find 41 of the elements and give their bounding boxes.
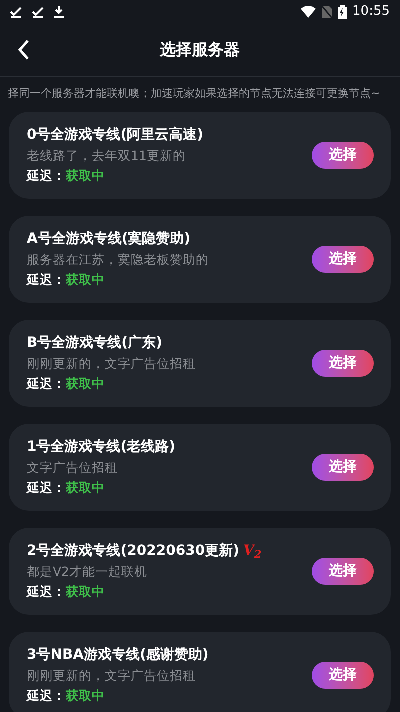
latency-label: 延迟： (27, 479, 66, 497)
select-button[interactable]: 选择 (312, 662, 374, 689)
back-icon[interactable] (18, 40, 30, 60)
battery-icon (338, 5, 347, 19)
select-button[interactable]: 选择 (312, 350, 374, 377)
version-label: V$_{2}$ (243, 542, 262, 562)
server-name: 2号全游戏专线(20220630更新) (27, 542, 240, 562)
latency-label: 延迟： (27, 375, 66, 393)
server-name: 1号全游戏专线(老线路) (27, 438, 176, 458)
server-name: 0号全游戏专线(阿里云高速) (27, 126, 204, 146)
page-title: 选择服务器 (160, 39, 240, 61)
download-done-icon (10, 6, 22, 18)
latency-value: 获取中 (66, 271, 105, 289)
latency-label: 延迟： (27, 167, 66, 185)
server-name: 3号NBA游戏专线(感谢赞助) (27, 646, 209, 666)
select-button[interactable]: 选择 (312, 246, 374, 273)
server-description: 服务器在江苏，寞隐老板赞助的 (27, 251, 209, 270)
select-button[interactable]: 选择 (312, 454, 374, 481)
latency-value: 获取中 (66, 479, 105, 497)
download-done-icon (32, 6, 44, 18)
download-icon (54, 6, 64, 18)
latency-label: 延迟： (27, 687, 66, 705)
select-button[interactable]: 选择 (312, 558, 374, 585)
latency-value: 获取中 (66, 687, 105, 705)
latency-value: 获取中 (66, 375, 105, 393)
server-description: 刚刚更新的，文字广告位招租 (27, 667, 197, 686)
server-description: 文字广告位招租 (27, 459, 119, 478)
notice-text: 择同一个服务器才能联机噢；加速玩家如果选择的节点无法连接可更换节点~ (7, 86, 380, 102)
server-description: 都是V2才能一起联机 (27, 563, 149, 582)
latency-label: 延迟： (27, 271, 66, 289)
server-name: A号全游戏专线(寞隐赞助) (27, 230, 191, 250)
server-name: B号全游戏专线(广东) (27, 334, 162, 354)
select-button[interactable]: 选择 (312, 142, 374, 169)
status-time: 10:55 (352, 3, 390, 22)
wifi-icon (300, 6, 316, 18)
server-description: 老线路了，去年双11更新的 (27, 147, 187, 166)
no-sim-icon (322, 6, 332, 18)
server-description: 刚刚更新的，文字广告位招租 (27, 355, 196, 374)
latency-value: 获取中 (66, 583, 105, 601)
latency-value: 获取中 (66, 167, 105, 185)
latency-label: 延迟： (27, 583, 66, 601)
